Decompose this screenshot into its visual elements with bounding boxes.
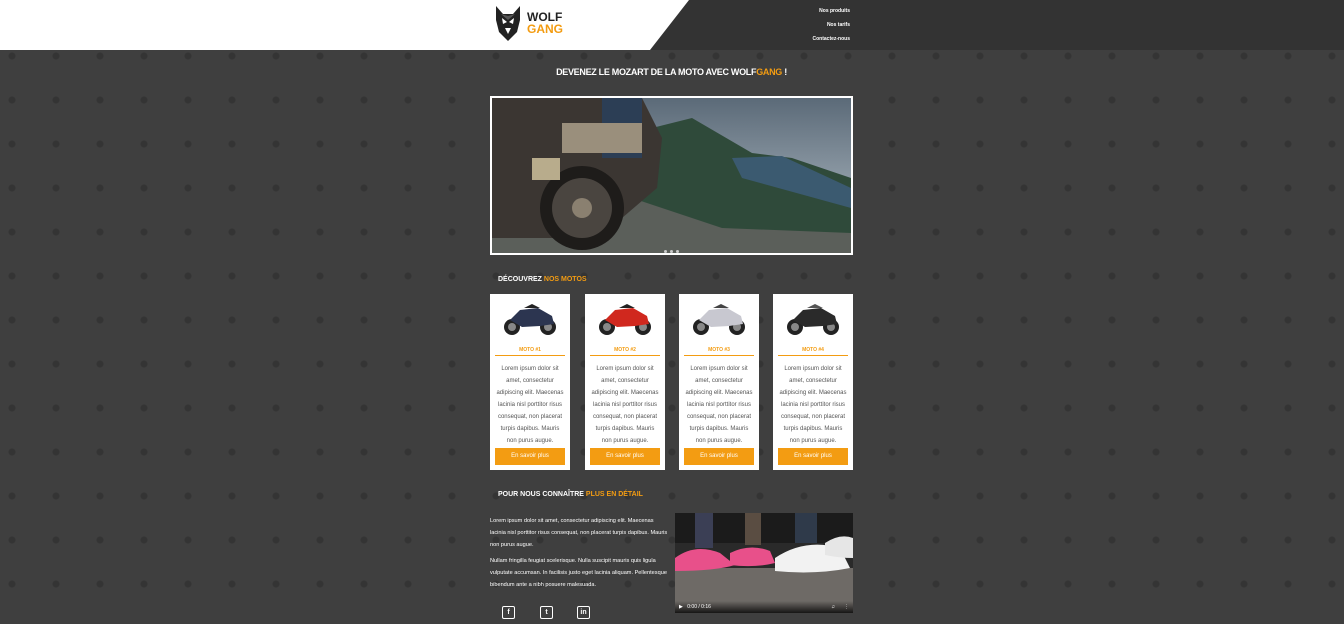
about-paragraph-2: Nullam fringilla feugiat scelerisque. Nu… xyxy=(490,558,667,588)
more-options-icon[interactable]: ⋮ xyxy=(844,601,849,613)
product-title: Moto #3 xyxy=(708,347,730,353)
about-paragraph-1: Lorem ipsum dolor sit amet, consectetur … xyxy=(490,518,668,548)
motorcycle-mountain-photo xyxy=(492,98,851,253)
product-description: Lorem ipsum dolor sit amet, consectetur … xyxy=(685,366,753,444)
header-white-panel xyxy=(0,0,690,50)
product-card: Moto #3 Lorem ipsum dolor sit amet, cons… xyxy=(679,294,759,470)
video-frame-sneakers xyxy=(675,513,853,613)
about-heading-text: Pour nous connaître xyxy=(498,491,586,498)
title-accent: Gang xyxy=(756,67,782,77)
divider xyxy=(495,355,565,356)
learn-more-button[interactable]: En savoir plus xyxy=(590,448,660,465)
volume-icon[interactable]: ♫ xyxy=(831,601,835,613)
wolf-logo-icon xyxy=(496,6,520,41)
product-title: Moto #1 xyxy=(519,347,541,353)
main-nav: Nos produits Nos tarifs Contactez-nous xyxy=(813,4,851,46)
product-title: Moto #4 xyxy=(802,347,824,353)
video-time: 0:00 / 0:16 xyxy=(687,604,711,610)
video-controls: ▶ 0:00 / 0:16 ♫ ⋮ xyxy=(675,601,853,613)
product-card: Moto #2 Lorem ipsum dolor sit amet, cons… xyxy=(585,294,665,470)
divider xyxy=(684,355,754,356)
nav-link-tarifs[interactable]: Nos tarifs xyxy=(813,18,850,32)
logo-text: WOLF GANG xyxy=(527,11,563,35)
motorcycle-image xyxy=(693,304,745,335)
product-description: Lorem ipsum dolor sit amet, consectetur … xyxy=(591,366,659,444)
video-player[interactable]: ▶ 0:00 / 0:16 ♫ ⋮ xyxy=(675,513,853,613)
hero-slider-image[interactable] xyxy=(490,96,853,255)
play-icon[interactable]: ▶ xyxy=(679,604,683,610)
product-card: Moto #1 Lorem ipsum dolor sit amet, cons… xyxy=(490,294,570,470)
learn-more-button[interactable]: En savoir plus xyxy=(495,448,565,465)
product-title: Moto #2 xyxy=(614,347,636,353)
product-card: Moto #4 Lorem ipsum dolor sit amet, cons… xyxy=(773,294,853,470)
title-end: ! xyxy=(782,67,787,77)
motorcycle-image xyxy=(599,304,651,335)
products-heading-accent: nos motos xyxy=(543,276,587,283)
title-text: Devenez le Mozart de la moto avec Wolf xyxy=(556,67,757,77)
products-heading-text: Découvrez xyxy=(498,276,544,283)
about-heading: Pour nous connaître plus en détail xyxy=(498,491,643,498)
slider-dots[interactable] xyxy=(664,250,679,253)
motorcycle-image xyxy=(504,304,556,335)
learn-more-button[interactable]: En savoir plus xyxy=(778,448,848,465)
divider xyxy=(590,355,660,356)
logo-word-gang: GANG xyxy=(527,22,563,36)
product-description: Lorem ipsum dolor sit amet, consectetur … xyxy=(779,366,847,444)
products-heading: Découvrez nos motos xyxy=(498,276,587,283)
product-description: Lorem ipsum dolor sit amet, consectetur … xyxy=(496,366,564,444)
about-text: Lorem ipsum dolor sit amet, consectetur … xyxy=(490,515,668,595)
linkedin-icon[interactable]: in xyxy=(577,606,590,619)
nav-link-contact[interactable]: Contactez-nous xyxy=(813,32,851,46)
motorcycle-image xyxy=(787,304,839,335)
site-header: WOLF GANG Nos produits Nos tarifs Contac… xyxy=(0,0,1344,50)
about-heading-accent: plus en détail xyxy=(585,491,643,498)
page-title: Devenez le Mozart de la moto avec WolfGa… xyxy=(490,67,853,77)
twitter-icon[interactable]: t xyxy=(540,606,553,619)
logo[interactable]: WOLF GANG xyxy=(493,4,563,42)
facebook-icon[interactable]: f xyxy=(502,606,515,619)
nav-link-produits[interactable]: Nos produits xyxy=(813,4,850,18)
background-pattern xyxy=(0,0,1344,624)
divider xyxy=(778,355,848,356)
learn-more-button[interactable]: En savoir plus xyxy=(684,448,754,465)
